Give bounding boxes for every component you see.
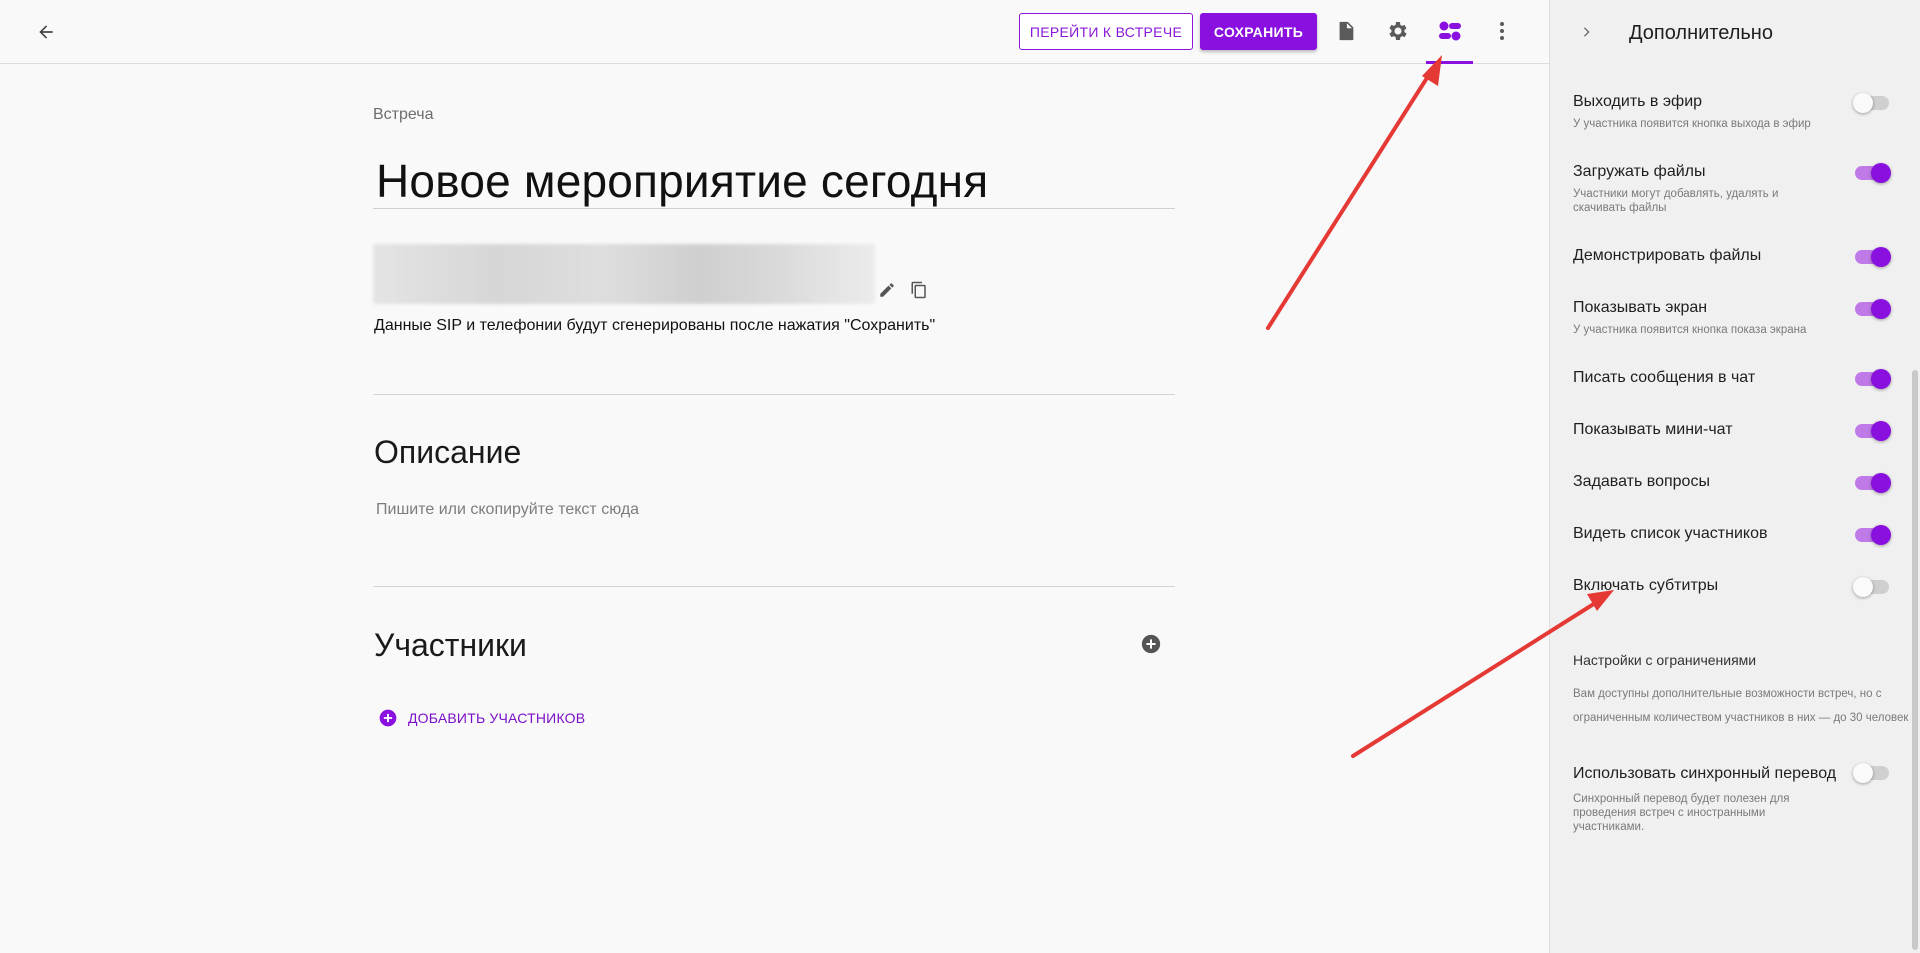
restricted-settings-text: Вам доступны дополнительные возможности …	[1573, 688, 1909, 724]
option-description: Синхронный перевод будет полезен для про…	[1573, 793, 1790, 833]
description-input[interactable]: Пишите или скопируйте текст сюда	[376, 501, 639, 519]
option-description: У участника появится кнопка выхода в эфи…	[1573, 118, 1811, 130]
panel-header: Дополнительно	[1550, 0, 1920, 64]
toggle-switch[interactable]	[1855, 298, 1891, 319]
option-mini-chat: Показывать мини-чат	[1573, 420, 1903, 440]
settings-button[interactable]	[1381, 14, 1415, 48]
toggle-switch[interactable]	[1855, 368, 1891, 389]
toggle-knob	[1871, 163, 1891, 183]
main-area: ПЕРЕЙТИ К ВСТРЕЧЕ СОХРАНИТЬ Встреча Ново…	[0, 0, 1549, 953]
restricted-settings-title: Настройки с ограничениями	[1573, 652, 1757, 668]
copy-icon	[911, 281, 926, 299]
option-label: Задавать вопросы	[1573, 473, 1710, 490]
top-toolbar: ПЕРЕЙТИ К ВСТРЕЧЕ СОХРАНИТЬ	[0, 0, 1549, 64]
more-vertical-icon	[1500, 22, 1504, 40]
toggle-knob	[1871, 473, 1891, 493]
option-description: Участники могут добавлять, удалять и ска…	[1573, 188, 1779, 214]
option-ask-questions: Задавать вопросы	[1573, 472, 1903, 492]
option-label: Использовать синхронный перевод	[1573, 765, 1837, 782]
meeting-type-label: Встреча	[373, 106, 434, 123]
go-to-meeting-button[interactable]: ПЕРЕЙТИ К ВСТРЕЧЕ	[1019, 13, 1193, 50]
toggle-switch[interactable]	[1855, 524, 1891, 545]
description-heading: Описание	[374, 434, 522, 470]
sip-info-note: Данные SIP и телефонии будут сгенерирова…	[374, 317, 936, 334]
toggle-switch[interactable]	[1853, 576, 1891, 597]
title-underline	[373, 208, 1175, 209]
arrow-left-icon	[39, 25, 53, 39]
back-button[interactable]	[28, 16, 64, 48]
plus-circle-icon	[1141, 634, 1161, 654]
plus-circle-icon	[379, 709, 397, 727]
document-icon	[1339, 21, 1354, 41]
option-participant-list: Видеть список участников	[1573, 524, 1903, 544]
option-chat-messages: Писать сообщения в чат	[1573, 368, 1903, 388]
toggle-knob	[1853, 577, 1873, 597]
toggle-knob	[1871, 369, 1891, 389]
toggle-knob	[1853, 93, 1873, 113]
option-label: Демонстрировать файлы	[1573, 247, 1762, 264]
option-description: У участника появится кнопка показа экран…	[1573, 324, 1807, 336]
chevron-right-icon	[1584, 27, 1590, 37]
edit-link-button[interactable]	[875, 278, 899, 302]
participants-heading: Участники	[374, 627, 527, 663]
toggle-knob	[1853, 763, 1873, 783]
document-button[interactable]	[1330, 14, 1362, 48]
more-menu-button[interactable]	[1487, 14, 1517, 48]
toggle-knob	[1871, 299, 1891, 319]
toggle-switch[interactable]	[1855, 472, 1891, 493]
option-label: Загружать файлы	[1573, 163, 1706, 180]
active-tab-indicator	[1426, 61, 1473, 64]
add-participant-icon-button[interactable]	[1138, 631, 1164, 657]
option-simultaneous-translation: Использовать синхронный перевод Синхронн…	[1573, 760, 1843, 834]
toggle-switch[interactable]	[1853, 762, 1891, 783]
toggle-switch[interactable]	[1855, 420, 1891, 441]
meeting-title-input[interactable]: Новое мероприятие сегодня	[376, 154, 988, 208]
panel-title: Дополнительно	[1629, 22, 1773, 44]
extra-settings-panel: Дополнительно Выходить в эфир У участник…	[1549, 0, 1920, 953]
option-label: Показывать экран	[1573, 299, 1708, 316]
pencil-icon	[880, 283, 894, 297]
toggle-switch[interactable]	[1855, 246, 1891, 267]
option-share-screen: Показывать экран У участника появится кн…	[1573, 298, 1903, 337]
collapse-panel-button[interactable]	[1572, 18, 1600, 46]
toggle-knob	[1871, 525, 1891, 545]
meeting-link-redacted	[373, 244, 875, 304]
toggles-icon	[1439, 21, 1461, 41]
divider	[373, 394, 1175, 395]
option-label: Показывать мини-чат	[1573, 421, 1733, 438]
save-button[interactable]: СОХРАНИТЬ	[1200, 13, 1317, 50]
extra-options-button[interactable]	[1432, 14, 1468, 48]
option-label: Писать сообщения в чат	[1573, 369, 1756, 386]
add-participants-label: ДОБАВИТЬ УЧАСТНИКОВ	[408, 710, 586, 726]
toggle-switch[interactable]	[1853, 92, 1891, 113]
toggle-knob	[1871, 421, 1891, 441]
divider	[373, 586, 1175, 587]
toggle-switch[interactable]	[1855, 162, 1891, 183]
toggle-knob	[1871, 247, 1891, 267]
copy-link-button[interactable]	[907, 278, 931, 302]
panel-scrollbar[interactable]	[1912, 370, 1918, 950]
option-upload-files: Загружать файлы Участники могут добавлят…	[1573, 162, 1903, 215]
option-show-files: Демонстрировать файлы	[1573, 246, 1903, 266]
gear-icon	[1389, 22, 1407, 40]
add-participants-button[interactable]: ДОБАВИТЬ УЧАСТНИКОВ	[378, 708, 585, 728]
option-label: Видеть список участников	[1573, 525, 1768, 542]
